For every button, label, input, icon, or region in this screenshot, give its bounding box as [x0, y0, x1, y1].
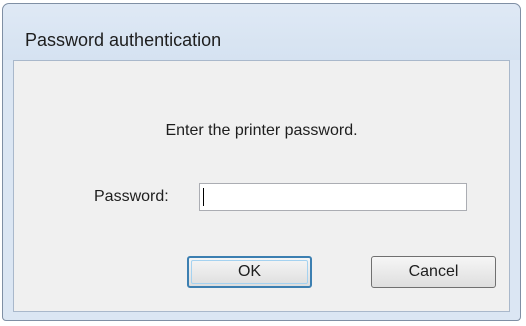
dialog-body: Enter the printer password. Password: OK…	[13, 60, 510, 312]
cancel-button-label: Cancel	[408, 263, 459, 280]
ok-button[interactable]: OK	[187, 256, 312, 288]
password-label: Password:	[94, 188, 169, 205]
window-title: Password authentication	[25, 30, 222, 50]
text-caret	[203, 188, 204, 206]
password-input[interactable]	[199, 183, 467, 211]
title-bar[interactable]: Password authentication	[3, 4, 520, 60]
prompt-text: Enter the printer password.	[165, 122, 358, 139]
ok-button-label: OK	[237, 263, 262, 280]
password-dialog-window: Password authentication Enter the printe…	[2, 3, 521, 321]
cancel-button[interactable]: Cancel	[371, 256, 496, 288]
